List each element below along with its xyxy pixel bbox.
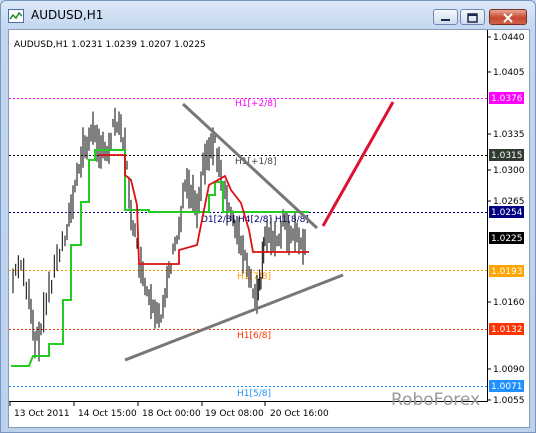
forecast-line: [321, 101, 395, 227]
price-tag-text: 1.0254: [491, 208, 523, 218]
time-label: 18 Oct 00:00: [142, 409, 201, 419]
lower-triangle-line: [124, 273, 344, 362]
minimize-button[interactable]: [433, 9, 458, 25]
chart-window-icon: [8, 9, 24, 23]
price-tag-text: 1.0132: [491, 325, 523, 335]
level-label: H1[7/8]: [237, 272, 271, 282]
price-tick: 1.0440: [493, 33, 525, 43]
price-tick: 1.0300: [493, 166, 525, 176]
price-tick: 1.0090: [493, 365, 525, 375]
close-icon: [503, 13, 513, 23]
chart-area[interactable]: 1.0440 1.0405 1.0335 1.0300 1.0265 1.016…: [8, 29, 530, 428]
price-tag-text: 1.0315: [491, 151, 523, 161]
window-title: AUDUSD,H1: [31, 8, 104, 22]
current-price-text: 1.0225: [491, 234, 523, 244]
level-label: H1[6/8]: [237, 331, 271, 341]
watermark: RoboForex: [391, 390, 480, 410]
price-tag-text: 1.0193: [491, 267, 523, 277]
price-tick: 1.0160: [493, 298, 525, 308]
chart-window: AUDUSD,H1 1.0440 1.0405 1.0335 1.0300 1.…: [0, 0, 536, 433]
price-tick: 1.0405: [493, 68, 525, 78]
price-bars: [12, 107, 306, 362]
price-tag-text: 1.0071: [491, 382, 523, 392]
price-tick: 1.0265: [493, 197, 525, 207]
time-label: 19 Oct 08:00: [205, 409, 264, 419]
price-tag-text: 1.0376: [491, 94, 523, 104]
maximize-icon: [467, 13, 478, 23]
time-label: 20 Oct 16:00: [270, 409, 329, 419]
level-label: D1[2/8] H4[2/8] H1[8/8]: [201, 215, 309, 225]
time-label: 13 Oct 2011: [14, 409, 70, 419]
maximize-button[interactable]: [460, 9, 485, 25]
close-button[interactable]: [489, 9, 527, 25]
time-label: 14 Oct 15:00: [78, 409, 137, 419]
price-chart[interactable]: 1.0440 1.0405 1.0335 1.0300 1.0265 1.016…: [9, 30, 529, 427]
title-bar[interactable]: AUDUSD,H1: [1, 1, 535, 29]
level-label: H1[5/8]: [237, 389, 271, 399]
price-tick: 1.0335: [493, 130, 525, 140]
level-label: H1[+2/8]: [235, 99, 277, 109]
minimize-icon: [441, 19, 450, 21]
price-tick: 1.0055: [493, 396, 525, 406]
symbol-info: AUDUSD,H1 1.0231 1.0239 1.0207 1.0225: [14, 40, 206, 50]
